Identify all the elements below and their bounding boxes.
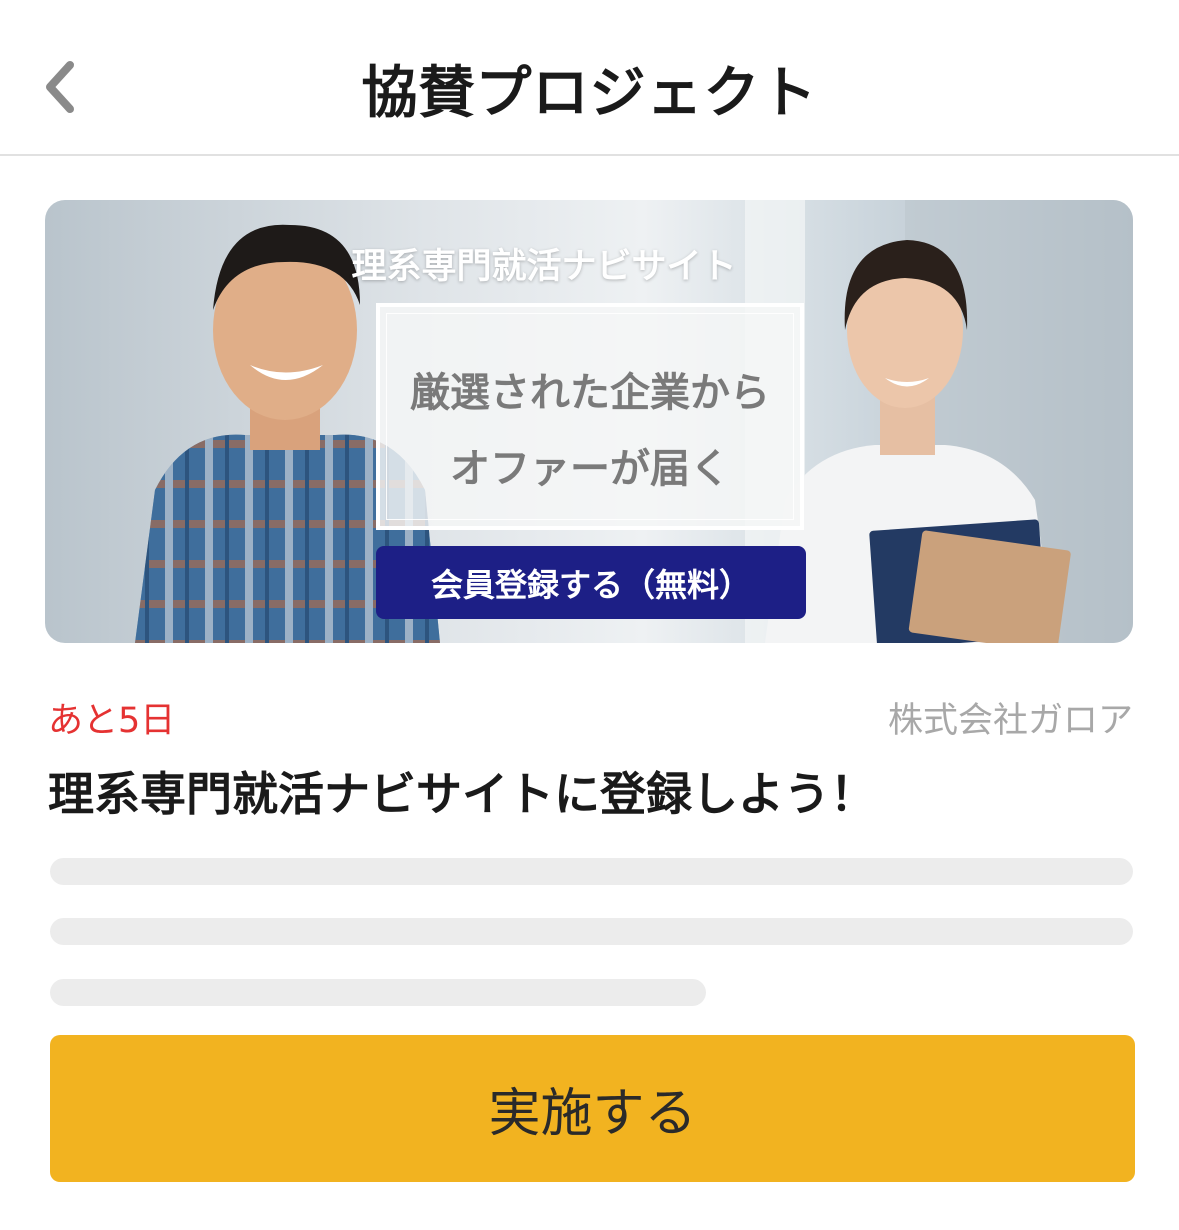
- description-placeholder-line: [50, 858, 1133, 885]
- project-title: 理系専門就活ナビサイトに登録しよう！: [48, 767, 876, 821]
- project-detail-screen: 協賛プロジェクト 理系専門就活ナビサイト 厳選された企業から オファーが届く 会…: [0, 0, 1179, 1230]
- page-title: 協賛プロジェクト: [361, 61, 818, 126]
- banner-register-button[interactable]: 会員登録する（無料）: [376, 546, 806, 619]
- execute-button[interactable]: 実施する: [50, 1035, 1135, 1182]
- description-placeholder-line: [50, 979, 706, 1006]
- company-name: 株式会社ガロア: [887, 701, 1133, 741]
- header-bar: 協賛プロジェクト: [0, 0, 1179, 156]
- description-placeholder-line: [50, 918, 1133, 945]
- deadline-label: あと5日: [48, 701, 176, 741]
- banner-catch-line-1: 厳選された企業から: [410, 370, 770, 416]
- banner-catch-line-2: オファーが届く: [450, 446, 730, 492]
- banner-subtitle: 理系専門就活ナビサイト: [351, 247, 737, 287]
